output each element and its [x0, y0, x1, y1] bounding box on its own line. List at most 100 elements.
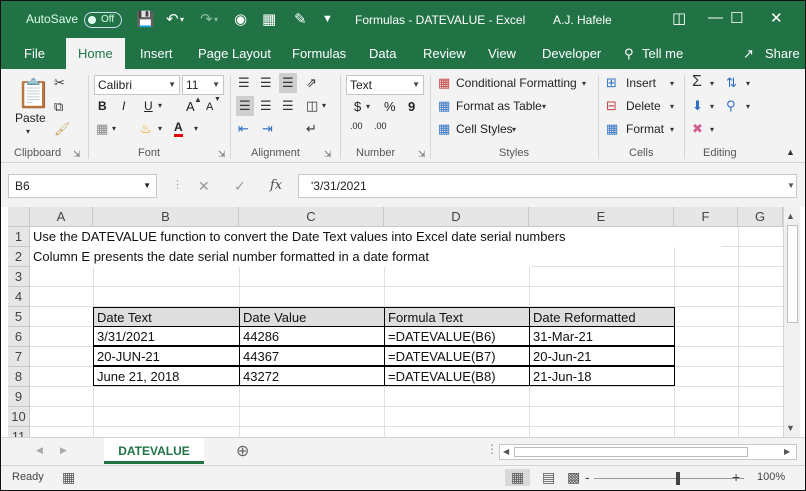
- column-header-b[interactable]: B: [93, 207, 239, 227]
- zoom-slider-knob[interactable]: [676, 472, 680, 485]
- row-header-6[interactable]: 6: [8, 327, 30, 347]
- tab-insert[interactable]: Insert: [140, 38, 173, 69]
- shrink-font-button[interactable]: A: [206, 101, 213, 113]
- format-painter-qat-icon[interactable]: ✎: [294, 10, 307, 28]
- align-right-icon[interactable]: ☰: [282, 98, 294, 114]
- paste-icon[interactable]: 📋: [16, 77, 51, 110]
- cell-b7[interactable]: 20-JUN-21: [93, 346, 240, 366]
- expand-formula-bar-icon[interactable]: ▼: [787, 181, 795, 190]
- chevron-down-icon[interactable]: ▾: [582, 79, 586, 88]
- tab-home[interactable]: Home: [66, 38, 125, 69]
- collapse-ribbon-icon[interactable]: ▲: [786, 147, 795, 157]
- sort-filter-dropdown-icon[interactable]: ▾: [746, 79, 750, 88]
- page-layout-view-icon[interactable]: ▤: [542, 469, 555, 486]
- row-header-7[interactable]: 7: [8, 347, 30, 367]
- cell-d6[interactable]: =DATEVALUE(B6): [384, 326, 530, 346]
- align-left-icon[interactable]: ☰: [236, 96, 254, 116]
- currency-button[interactable]: $: [354, 99, 361, 114]
- orientation-icon[interactable]: ⇗: [306, 75, 317, 91]
- cut-icon[interactable]: ✂: [54, 75, 65, 91]
- copy-icon[interactable]: ⧉: [54, 99, 63, 115]
- formula-input[interactable]: '3/31/2021: [298, 174, 797, 198]
- column-header-g[interactable]: G: [738, 207, 783, 227]
- chevron-down-icon[interactable]: ▾: [670, 102, 674, 111]
- vertical-scroll-thumb[interactable]: [787, 225, 798, 323]
- autosum-dropdown-icon[interactable]: ▾: [710, 79, 714, 88]
- tab-page-layout[interactable]: Page Layout: [198, 38, 271, 69]
- cell-d7[interactable]: =DATEVALUE(B7): [384, 346, 530, 366]
- fill-color-icon[interactable]: ♨: [140, 121, 152, 137]
- increase-indent-icon[interactable]: ⇥: [262, 121, 273, 137]
- font-color-dropdown-icon[interactable]: ▾: [194, 124, 198, 133]
- insert-cells-button[interactable]: Insert: [626, 76, 656, 90]
- vertical-scrollbar[interactable]: ▲ ▼: [783, 207, 800, 437]
- close-icon[interactable]: ✕: [770, 9, 783, 27]
- row-header-5[interactable]: 5: [8, 307, 30, 327]
- more-options-icon[interactable]: ⋮: [172, 178, 183, 191]
- row-header-3[interactable]: 3: [8, 267, 30, 287]
- fill-color-dropdown-icon[interactable]: ▾: [158, 124, 162, 133]
- row-header-10[interactable]: 10: [8, 407, 30, 427]
- underline-button[interactable]: U: [144, 99, 153, 113]
- macro-record-icon[interactable]: ▦: [62, 469, 75, 486]
- column-header-a[interactable]: A: [30, 207, 93, 227]
- confirm-entry-icon[interactable]: ✓: [234, 178, 246, 195]
- redo-dropdown-icon[interactable]: ▾: [214, 15, 218, 24]
- column-header-f[interactable]: F: [674, 207, 738, 227]
- horizontal-scrollbar[interactable]: ◀ ▶: [499, 444, 797, 460]
- cell-c6[interactable]: 44286: [239, 326, 385, 346]
- font-color-icon[interactable]: A: [174, 121, 183, 137]
- table-header-formula-text[interactable]: Formula Text: [384, 307, 530, 327]
- page-break-view-icon[interactable]: ▩: [567, 469, 580, 486]
- cancel-entry-icon[interactable]: ✕: [198, 178, 210, 195]
- zoom-slider[interactable]: [594, 478, 744, 479]
- row-header-9[interactable]: 9: [8, 387, 30, 407]
- cell-b8[interactable]: June 21, 2018: [93, 366, 240, 386]
- underline-dropdown-icon[interactable]: ▾: [158, 101, 162, 110]
- cell-styles-button[interactable]: Cell Styles: [456, 122, 513, 136]
- currency-dropdown-icon[interactable]: ▾: [366, 102, 370, 111]
- table-header-date-value[interactable]: Date Value: [239, 307, 385, 327]
- scroll-up-icon[interactable]: ▲: [786, 211, 795, 221]
- undo-icon[interactable]: ↶: [166, 10, 179, 28]
- cell-c8[interactable]: 43272: [239, 366, 385, 386]
- sheet-tab-datevalue[interactable]: DATEVALUE: [104, 438, 204, 464]
- fill-dropdown-icon[interactable]: ▾: [710, 102, 714, 111]
- scroll-down-icon[interactable]: ▼: [786, 423, 795, 433]
- row-header-8[interactable]: 8: [8, 367, 30, 387]
- tab-data[interactable]: Data: [369, 38, 396, 69]
- cell-c7[interactable]: 44367: [239, 346, 385, 366]
- bold-button[interactable]: B: [98, 99, 107, 113]
- merge-dropdown-icon[interactable]: ▾: [322, 101, 326, 110]
- new-sheet-icon[interactable]: ⊕: [236, 441, 249, 461]
- conditional-formatting-button[interactable]: Conditional Formatting: [456, 76, 577, 90]
- format-cells-button[interactable]: Format: [626, 122, 664, 136]
- select-all-corner[interactable]: [8, 207, 30, 227]
- borders-icon[interactable]: ▦: [96, 121, 108, 137]
- clear-icon[interactable]: ✖: [692, 121, 703, 137]
- share-icon[interactable]: ↗: [743, 38, 754, 69]
- sort-filter-icon[interactable]: ⇅: [726, 75, 737, 91]
- percent-button[interactable]: %: [384, 99, 396, 114]
- autosave-toggle[interactable]: Off: [84, 12, 122, 28]
- grid-view-icon[interactable]: ▦: [262, 10, 276, 28]
- wrap-text-icon[interactable]: ↵: [306, 121, 317, 137]
- clear-dropdown-icon[interactable]: ▾: [710, 125, 714, 134]
- autosum-icon[interactable]: Σ: [692, 73, 702, 91]
- font-size-combo[interactable]: 11 ▼: [182, 75, 224, 95]
- table-header-date-reformatted[interactable]: Date Reformatted: [529, 307, 675, 327]
- delete-cells-button[interactable]: Delete: [626, 99, 661, 113]
- row-header-4[interactable]: 4: [8, 287, 30, 307]
- row-header-1[interactable]: 1: [8, 227, 30, 247]
- increase-decimal-button[interactable]: .00: [350, 121, 363, 131]
- font-launcher-icon[interactable]: ⇲: [218, 149, 226, 160]
- row-header-2[interactable]: 2: [8, 247, 30, 267]
- chevron-down-icon[interactable]: ▾: [542, 102, 546, 111]
- find-select-icon[interactable]: ⚲: [726, 98, 736, 114]
- tab-file[interactable]: File: [24, 38, 45, 69]
- paste-dropdown-icon[interactable]: ▾: [26, 127, 30, 136]
- tab-view[interactable]: View: [488, 38, 516, 69]
- worksheet-grid[interactable]: A B C D E F G 1 2 3 4 5 6 7 8 9 10 11 Us…: [8, 207, 783, 437]
- ribbon-display-options-icon[interactable]: ◫: [672, 9, 686, 27]
- prev-sheet-icon[interactable]: ◀: [36, 445, 43, 456]
